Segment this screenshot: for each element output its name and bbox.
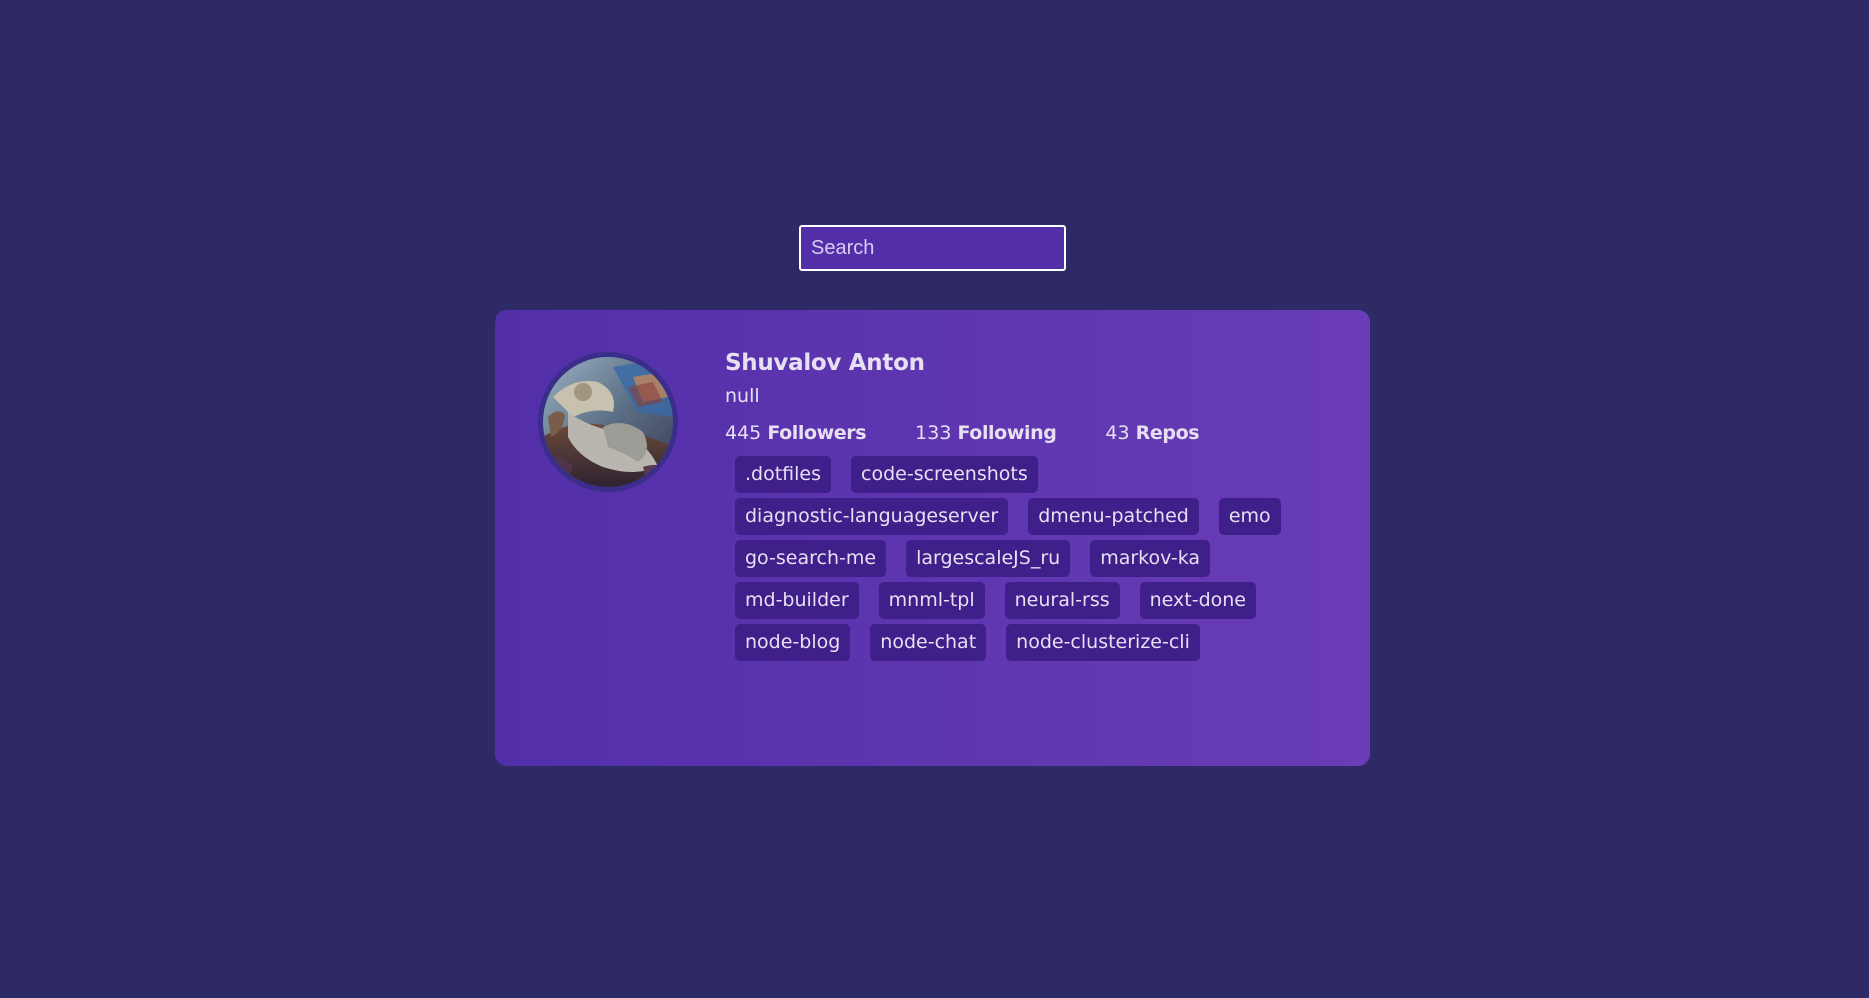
followers-label: Followers [767,422,867,445]
followers-stat: 445 Followers [725,422,867,445]
user-bio: null [725,384,760,407]
user-info: Shuvalov Anton null 445 Followers 133 Fo… [725,350,1345,666]
user-name: Shuvalov Anton [725,350,925,376]
repo-link[interactable]: .dotfiles [735,456,832,494]
repo-link[interactable]: code-screenshots [851,456,1038,494]
following-count: 133 [915,422,952,445]
repos-count: 43 [1105,422,1130,445]
repo-link[interactable]: go-search-me [735,540,887,578]
repo-link[interactable]: node-blog [735,624,851,662]
repo-link[interactable]: node-clusterize-cli [1006,624,1200,662]
profile-card: Shuvalov Anton null 445 Followers 133 Fo… [495,310,1370,766]
repo-link[interactable]: diagnostic-languageserver [735,498,1009,536]
repo-link[interactable]: next-done [1139,582,1256,620]
avatar-image [543,357,673,487]
following-stat: 133 Following [915,422,1057,445]
repo-link[interactable]: node-chat [870,624,987,662]
page: Shuvalov Anton null 445 Followers 133 Fo… [0,0,1869,998]
repo-link[interactable]: markov-ka [1090,540,1211,578]
followers-count: 445 [725,422,762,445]
search-input[interactable] [799,225,1066,271]
repo-link[interactable]: neural-rss [1004,582,1120,620]
repos-label: Repos [1135,422,1200,445]
repos-stat: 43 Repos [1105,422,1199,444]
repo-link[interactable]: emo [1218,498,1281,536]
repo-link[interactable]: mnml-tpl [878,582,985,620]
repo-link[interactable]: largescaleJS_ru [906,540,1071,578]
avatar [538,352,678,492]
repo-link[interactable]: md-builder [735,582,859,620]
search-form [799,225,1066,271]
repo-link[interactable]: dmenu-patched [1028,498,1199,536]
user-stats: 445 Followers 133 Following 43 Repos [725,422,1345,444]
following-label: Following [957,422,1057,445]
repo-list: .dotfiles code-screenshots diagnostic-la… [735,456,1335,666]
